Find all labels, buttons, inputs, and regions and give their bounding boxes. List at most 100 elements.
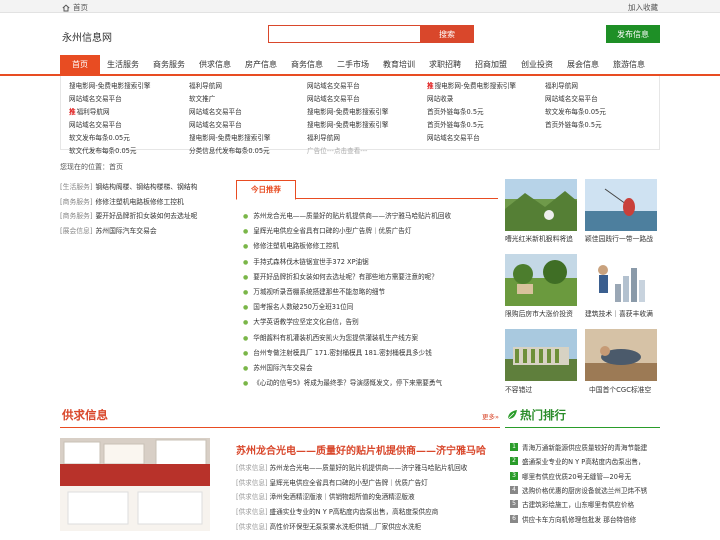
thumb-caption[interactable]: 嘈光红米新机狠料将追 (505, 233, 573, 243)
link-item[interactable]: 网站收录 (427, 93, 516, 106)
link-item[interactable]: 分类信息代发布每条0.05元 (189, 145, 271, 158)
publish-button[interactable]: 发布信息 (606, 25, 660, 43)
bullet-icon: ● (243, 380, 249, 388)
list-item[interactable]: [供求信息] 皇辉光电供应全省具有口碑的小型广告牌｜优质广告灯 (236, 477, 467, 492)
link-item[interactable]: 网站域名交易平台 (189, 119, 271, 132)
list-item[interactable]: 3 哪里有供应优质20号无缝管—20号无 (510, 469, 647, 483)
thumb-caption[interactable]: 颖佳园践行一带一路战 (585, 233, 653, 243)
list-item[interactable]: ● 修修注塑机电路板修修工控机 (243, 240, 451, 255)
link-item[interactable]: 搜电影网-免费电影搜索引擎 (307, 119, 389, 132)
bullet-icon: ● (243, 334, 249, 342)
list-item[interactable]: [展会信息] 苏州国际汽车交易会 (60, 225, 197, 240)
nav-item[interactable]: 旅游信息 (606, 55, 652, 74)
list-item[interactable]: [供求信息] 苏州龙合光电——质量好的贴片机提供商——济宁雅马哈贴片机回收 (236, 462, 467, 477)
home-link[interactable]: 首页 (62, 2, 88, 13)
link-item[interactable]: 首页外链每条0.5元 (427, 119, 516, 132)
list-item[interactable]: 5 古建筑彩绘施工，山东哪里有供应价格 (510, 497, 647, 511)
thumb-caption[interactable]: 建筑技术｜喜获丰收满 (585, 308, 653, 318)
link-item[interactable]: 软文发布每条0.05元 (545, 106, 606, 119)
list-item[interactable]: ● 万城视听录音棚系统搭建那些不能忽略的细节 (243, 286, 451, 301)
list-item[interactable]: 2 盛通泵业专业的N Y P高粘度内齿泵出售， (510, 454, 647, 468)
list-item[interactable]: [供求信息] 漳州免酒精涩版液｜供销物超所值的免酒精涩版液 (236, 491, 467, 506)
thumb-image[interactable] (505, 179, 577, 231)
list-item[interactable]: 1 青海万通新能源供应质量较好的青海节能建 (510, 440, 647, 454)
list-item[interactable]: ● 国考报名人数破250万全班31位同 (243, 301, 451, 316)
list-item[interactable]: 6 供应卡车方向机修理包批发 那台特倍修 (510, 511, 647, 525)
supply-headline[interactable]: 苏州龙合光电——质量好的贴片机提供商——济宁雅马哈 (236, 442, 486, 457)
category-label: [商务服务] (60, 212, 93, 220)
link-item[interactable]: 福利导航网 (189, 80, 271, 93)
link-item[interactable]: 网站域名交易平台 (69, 93, 151, 106)
list-item[interactable]: ● 大学英语教学应坚定文化自信，告别 (243, 316, 451, 331)
nav-item[interactable]: 教育培训 (376, 55, 422, 74)
list-item[interactable]: ● 《心动的信号5》将成为最终季？导演感慨发文，停下来需要勇气 (243, 377, 451, 392)
thumb-caption[interactable]: 中国首个CGC标准空 (589, 384, 651, 394)
tab-today-recommend[interactable]: 今日推荐 (236, 180, 296, 200)
nav-item[interactable]: 展会信息 (560, 55, 606, 74)
link-item[interactable]: 推福利导航网 (69, 106, 151, 119)
thumb-image[interactable] (505, 254, 577, 306)
nav-item[interactable]: 供求信息 (192, 55, 238, 74)
list-item[interactable]: ● 皇辉光电供应全省具有口碑的小型广告牌｜优质广告灯 (243, 225, 451, 240)
link-item[interactable]: 网站域名交易平台 (189, 106, 271, 119)
add-favorite-link[interactable]: 加入收藏 (628, 2, 658, 13)
nav-item[interactable]: 房产信息 (238, 55, 284, 74)
bullet-icon: ● (243, 304, 249, 312)
item-title: 苏州国际汽车交易会 (253, 363, 313, 372)
link-item[interactable]: 首页外链每条0.5元 (427, 106, 516, 119)
nav-item[interactable]: 二手市场 (330, 55, 376, 74)
link-item[interactable]: 福利导航网 (307, 132, 389, 145)
rank-number: 2 (510, 457, 518, 466)
link-item[interactable]: 搜电影网-免费电影搜索引擎 (69, 80, 151, 93)
link-item[interactable]: 首页外链每条0.5元 (545, 119, 606, 132)
list-item[interactable]: [供求信息] 盛通实业专业的N Y P高粘度内齿泵出售，高粘度泵供应商 (236, 506, 467, 521)
list-item[interactable]: ● 苏州国际汽车交易会 (243, 362, 451, 377)
link-item[interactable]: 软文推广 (189, 93, 271, 106)
link-item[interactable]: 福利导航网 (545, 80, 606, 93)
thumb-caption[interactable]: 限购后房市大涨价投资 (505, 308, 573, 318)
search-button[interactable]: 搜索 (420, 25, 474, 43)
nav-item[interactable]: 创业投资 (514, 55, 560, 74)
link-item[interactable]: 软文发布每条0.05元 (69, 132, 151, 145)
link-item[interactable]: 网站域名交易平台 (69, 119, 151, 132)
bullet-icon: ● (243, 319, 249, 327)
nav-item[interactable]: 商务信息 (284, 55, 330, 74)
link-item[interactable]: 网站域名交易平台 (307, 93, 389, 106)
nav-item[interactable]: 商务服务 (146, 55, 192, 74)
link-item[interactable]: 软文代发布每条0.05元 (69, 145, 151, 158)
item-title: 台州专做注射模具厂 171.密封桶模具 181.密封桶模具多少钱 (253, 348, 432, 357)
supply-more-link[interactable]: 更多» (482, 411, 499, 421)
list-item[interactable]: ● 手持式森林伐木链锯宣世手372 XP油锯 (243, 256, 451, 271)
link-item[interactable]: 搜电影网-免费电影搜索引擎 (189, 132, 271, 145)
link-label: 首页外链每条0.5元 (427, 108, 484, 116)
thumb-image[interactable] (585, 329, 657, 381)
item-title: 国考报名人数破250万全班31位同 (253, 303, 354, 312)
link-item[interactable]: 网站域名交易平台 (545, 93, 606, 106)
list-item[interactable]: [供求信息] 高性价环保型无泵泵雾水洗柜供销＿厂家供应水洗柜 (236, 521, 467, 536)
nav-item[interactable]: 首页 (60, 55, 100, 74)
list-item[interactable]: ● 苏州龙合光电——质量好的贴片机提供商——济宁雅马哈贴片机回收 (243, 210, 451, 225)
list-item[interactable]: [商务服务] 修修注塑机电路板修修工控机 (60, 196, 197, 211)
list-item[interactable]: ● 台州专做注射模具厂 171.密封桶模具 181.密封桶模具多少钱 (243, 347, 451, 362)
link-item[interactable]: 搜电影网-免费电影搜索引擎 (307, 106, 389, 119)
list-item[interactable]: 4 选购价格优惠的厨房设备就选兰州卫炜不锈 (510, 483, 647, 497)
link-item[interactable]: 广告位---点击查看--- (307, 145, 389, 158)
nav-item[interactable]: 招商加盟 (468, 55, 514, 74)
nav-item[interactable]: 求职招聘 (422, 55, 468, 74)
site-logo[interactable]: 永州信息网 (62, 29, 112, 44)
link-label: 网站域名交易平台 (307, 82, 360, 90)
list-item[interactable]: ● 华朗酱料有机灌装机西安凯火为您提供灌装机生产线方案 (243, 332, 451, 347)
thumb-caption[interactable]: 不容错过 (505, 384, 532, 394)
thumb-image[interactable] (585, 254, 657, 306)
nav-item[interactable]: 生活服务 (100, 55, 146, 74)
thumb-image[interactable] (585, 179, 657, 231)
supply-image[interactable] (60, 438, 210, 531)
link-item[interactable]: 网站域名交易平台 (427, 132, 516, 145)
link-item[interactable]: 网站域名交易平台 (307, 80, 389, 93)
list-item[interactable]: [生活服务] 钢结构阁楼、钢结构楼梯、钢结构 (60, 181, 197, 196)
list-item[interactable]: ● 要开好品牌折扣女装如何去选址呢？有那些地方需要注意的呢？ (243, 271, 451, 286)
thumb-image[interactable] (505, 329, 577, 381)
link-item[interactable]: 推搜电影网-免费电影搜索引擎 (427, 80, 516, 93)
list-item[interactable]: [商务服务] 要开好品牌折扣女装如何去选址呢 (60, 210, 197, 225)
search-input[interactable] (268, 25, 420, 43)
